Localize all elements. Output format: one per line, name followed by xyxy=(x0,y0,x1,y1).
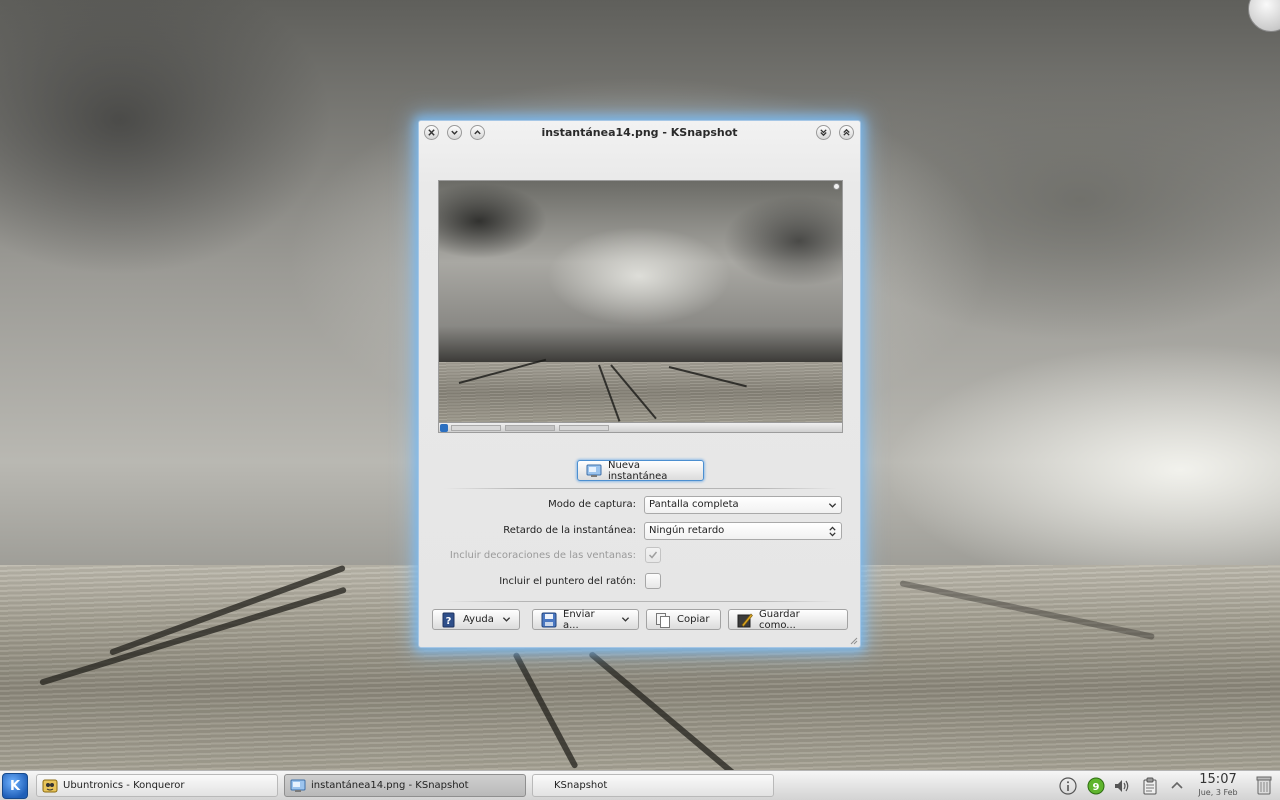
ksnapshot-icon xyxy=(290,779,306,792)
window-titlebar[interactable]: instantánea14.png - KSnapshot xyxy=(419,121,860,145)
help-label: Ayuda xyxy=(463,614,494,625)
keep-below-button[interactable] xyxy=(816,125,831,140)
double-chevron-up-icon xyxy=(843,128,850,136)
kde-logo-icon: K xyxy=(9,778,21,794)
preview-task xyxy=(505,425,555,431)
save-as-icon xyxy=(737,613,753,627)
trash-icon[interactable] xyxy=(1255,776,1273,795)
new-snapshot-label: Nueva instantánea xyxy=(608,459,668,482)
preview-orb-icon xyxy=(833,183,840,190)
preview-kmenu-icon xyxy=(440,424,448,432)
task-konqueror[interactable]: Ubuntronics - Konqueror xyxy=(36,774,278,797)
save-as-button[interactable]: Guardar como... xyxy=(728,608,848,631)
clock-time: 15:07 xyxy=(1199,772,1237,787)
preview-taskbar: 15:07 xyxy=(439,422,842,432)
capture-mode-value: Pantalla completa xyxy=(649,499,739,510)
floppy-disk-icon xyxy=(541,612,557,627)
preview-field xyxy=(439,358,842,424)
preview-task xyxy=(559,425,609,431)
preview-sky xyxy=(439,181,842,362)
spin-arrows-icon[interactable] xyxy=(828,525,837,538)
kde-menu-button[interactable]: K xyxy=(2,773,28,799)
keep-above-button[interactable] xyxy=(839,125,854,140)
delay-value: Ningún retardo xyxy=(649,525,725,536)
delay-spinbox[interactable]: Ningún retardo xyxy=(644,522,842,540)
volume-icon[interactable] xyxy=(1113,777,1131,795)
send-to-label: Enviar a... xyxy=(563,608,595,631)
update-badge: 9 xyxy=(1093,782,1100,793)
task-ksnapshot[interactable]: KSnapshot xyxy=(532,774,774,797)
help-book-icon: ? xyxy=(442,612,455,627)
copy-button[interactable]: Copiar xyxy=(646,609,721,630)
info-icon[interactable] xyxy=(1059,777,1077,795)
clock-date: Jue, 3 Feb xyxy=(1198,788,1238,797)
capture-mode-label: Modo de captura: xyxy=(548,499,636,510)
chevron-down-icon xyxy=(828,503,837,508)
snapshot-preview[interactable]: 15:07 xyxy=(438,180,843,433)
include-pointer-checkbox[interactable] xyxy=(645,573,661,589)
panel-taskbar: K Ubuntronics - Konqueror instantánea14.… xyxy=(0,770,1280,800)
preview-task xyxy=(451,425,501,431)
capture-mode-select[interactable]: Pantalla completa xyxy=(644,496,842,514)
ksnapshot-window: instantánea14.png - KSnapshot 15:07 xyxy=(418,120,861,648)
tray-expand-icon[interactable] xyxy=(1168,777,1186,795)
include-pointer-label: Incluir el puntero del ratón: xyxy=(499,576,636,587)
checkmark-icon xyxy=(648,551,658,559)
svg-text:?: ? xyxy=(446,616,452,627)
separator xyxy=(444,601,837,602)
update-notifier-icon[interactable]: 9 xyxy=(1087,777,1105,795)
save-as-label: Guardar como... xyxy=(759,608,800,631)
task-ksnapshot-window[interactable]: instantánea14.png - KSnapshot xyxy=(284,774,526,797)
task-label: instantánea14.png - KSnapshot xyxy=(311,780,469,791)
help-button[interactable]: ? Ayuda xyxy=(432,609,520,630)
double-chevron-down-icon xyxy=(820,129,827,137)
task-label: Ubuntronics - Konqueror xyxy=(63,780,185,791)
separator xyxy=(444,488,837,489)
dashboard-toolbox-icon[interactable] xyxy=(1248,0,1280,32)
konqueror-icon xyxy=(42,779,58,792)
window-title: instantánea14.png - KSnapshot xyxy=(541,126,738,139)
include-decorations-checkbox[interactable] xyxy=(645,547,661,563)
ksnapshot-icon xyxy=(586,464,602,477)
task-label: KSnapshot xyxy=(554,780,608,791)
preview-track xyxy=(458,358,547,384)
digital-clock[interactable]: 15:07 Jue, 3 Feb xyxy=(1190,772,1246,798)
resize-grip-icon[interactable] xyxy=(850,637,858,645)
chevron-down-icon xyxy=(502,617,511,622)
copy-label: Copiar xyxy=(677,614,710,625)
clipboard-icon[interactable] xyxy=(1141,777,1159,795)
copy-icon xyxy=(656,612,670,628)
send-to-button[interactable]: Enviar a... xyxy=(532,608,639,631)
preview-track xyxy=(610,364,657,420)
preview-track xyxy=(668,366,747,388)
new-snapshot-button[interactable]: Nueva instantánea xyxy=(577,459,704,482)
chevron-down-icon xyxy=(621,617,630,622)
delay-label: Retardo de la instantánea: xyxy=(503,525,636,536)
include-decorations-label: Incluir decoraciones de las ventanas: xyxy=(449,550,636,561)
